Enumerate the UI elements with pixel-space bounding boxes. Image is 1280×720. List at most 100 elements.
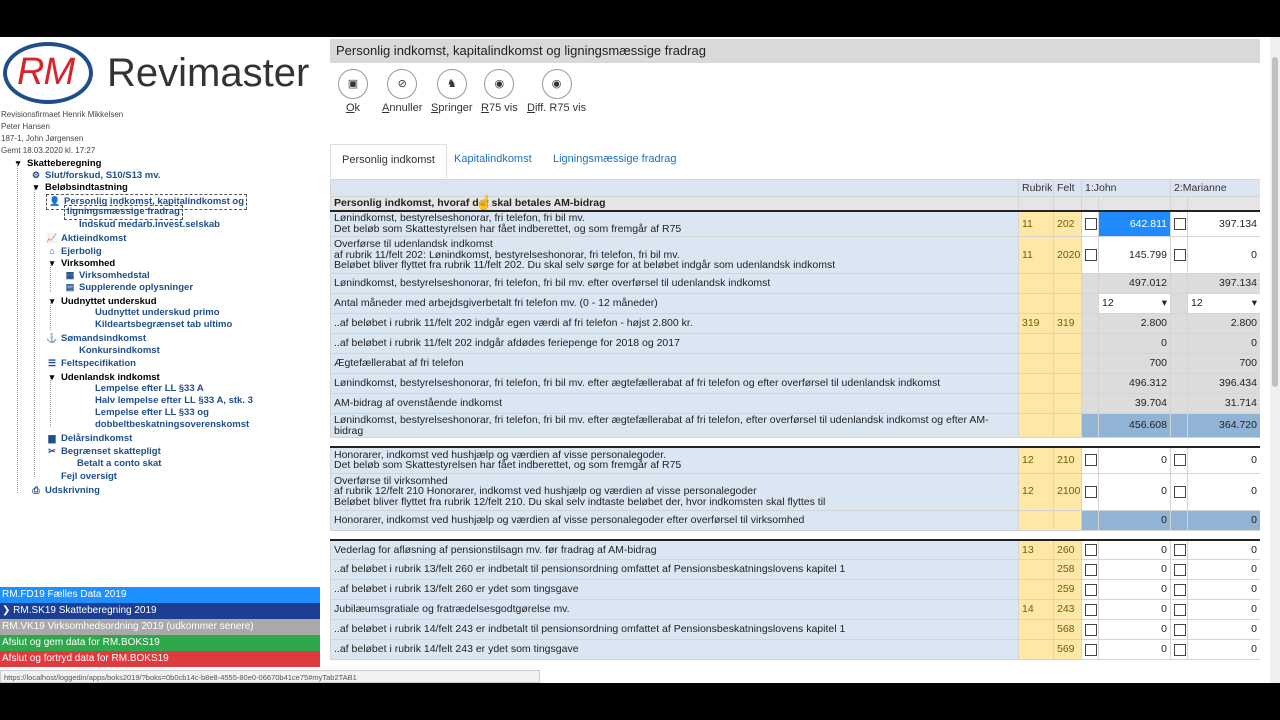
row-value-p1[interactable]: 0: [1098, 446, 1171, 474]
row-checkbox-p1[interactable]: [1081, 579, 1099, 600]
row-checkbox-p1[interactable]: [1081, 619, 1099, 640]
row-checkbox-p2[interactable]: [1170, 538, 1188, 560]
tree-item[interactable]: Halv lempelse efter LL §33 A, stk. 3: [80, 395, 253, 407]
row-value-p2[interactable]: 0: [1187, 639, 1260, 660]
row-checkbox-p2[interactable]: [1170, 559, 1188, 580]
checkbox[interactable]: [1174, 485, 1186, 498]
checkbox[interactable]: [1085, 563, 1097, 576]
row-checkbox-p2[interactable]: [1170, 236, 1188, 274]
module-bar[interactable]: RM.FD19 Fælles Data 2019: [0, 587, 320, 603]
row-value-p2[interactable]: 397.134: [1187, 209, 1260, 237]
row-value-p2[interactable]: 0: [1187, 619, 1260, 640]
row-checkbox-p2[interactable]: [1170, 579, 1188, 600]
tree-item[interactable]: ⚓ Sømandsindkomst: [46, 332, 146, 345]
row-value-p2[interactable]: 0: [1187, 446, 1260, 474]
tree-item[interactable]: ▆ Delårsindkomst: [46, 432, 133, 445]
module-bar[interactable]: Afslut og gem data for RM.BOKS19: [0, 635, 320, 651]
tree-item[interactable]: ligningsmæssige fradrag: [64, 205, 183, 220]
checkbox[interactable]: [1174, 543, 1186, 556]
row-value-p1[interactable]: 145.799: [1098, 236, 1171, 274]
month-select-p1[interactable]: 12 ▾: [1102, 298, 1167, 309]
vertical-scrollbar[interactable]: [1270, 37, 1280, 683]
checkbox[interactable]: [1174, 643, 1186, 656]
tree-item[interactable]: ▤ Supplerende oplysninger: [64, 281, 193, 294]
tree-item[interactable]: Lempelse efter LL §33 og: [80, 407, 209, 419]
checkbox[interactable]: [1174, 623, 1186, 636]
row-checkbox-p2[interactable]: [1170, 446, 1188, 474]
checkbox[interactable]: [1085, 249, 1097, 261]
tab-1[interactable]: Personlig indkomst: [330, 144, 447, 178]
toolbar-button-1[interactable]: ▣ Ok: [338, 69, 368, 114]
row-checkbox-p2[interactable]: [1170, 599, 1188, 620]
tree-item[interactable]: ▾ Beløbsindtastning: [30, 181, 128, 194]
tree-item[interactable]: Betalt a conto skat: [62, 458, 161, 470]
row-checkbox-p1[interactable]: [1081, 639, 1099, 660]
row-value-p2[interactable]: 0: [1187, 559, 1260, 580]
row-checkbox-p1[interactable]: [1081, 472, 1099, 511]
checkbox[interactable]: [1085, 485, 1097, 498]
module-bar[interactable]: RM.VK19 Virksomhedsordning 2019 (udkomme…: [0, 619, 320, 635]
tree-item[interactable]: ⎙ Udskrivning: [30, 484, 100, 497]
tab-2[interactable]: Kapitalindkomst: [443, 144, 543, 178]
row-value-p1[interactable]: 0: [1098, 619, 1171, 640]
checkbox[interactable]: [1085, 623, 1097, 636]
checkbox[interactable]: [1085, 454, 1097, 467]
tree-item[interactable]: Uudnyttet underskud primo: [80, 307, 220, 319]
checkbox[interactable]: [1085, 217, 1097, 230]
scrollbar-thumb[interactable]: [1272, 57, 1278, 387]
row-checkbox-p2[interactable]: [1170, 472, 1188, 511]
tree-item[interactable]: Lempelse efter LL §33 A: [80, 383, 204, 395]
checkbox[interactable]: [1174, 603, 1186, 616]
checkbox[interactable]: [1174, 249, 1186, 261]
checkbox[interactable]: [1085, 543, 1097, 556]
tree-item[interactable]: ☰ Feltspecifikation: [46, 357, 136, 370]
row-value-p2[interactable]: 0: [1187, 579, 1260, 600]
checkbox[interactable]: [1085, 643, 1097, 656]
row-checkbox-p2[interactable]: [1170, 209, 1188, 237]
row-value-p1[interactable]: 0: [1098, 599, 1171, 620]
toolbar-button-4[interactable]: ◉ R75 vis: [481, 69, 518, 114]
row-checkbox-p1[interactable]: [1081, 209, 1099, 237]
row-value-p1[interactable]: 0: [1098, 639, 1171, 660]
tree-item[interactable]: ✂ Begrænset skattepligt: [46, 445, 161, 458]
toolbar-button-5[interactable]: ◉ Diff. R75 vis: [527, 69, 586, 114]
module-bar[interactable]: Afslut og fortryd data for RM.BOKS19: [0, 651, 320, 667]
row-value-p2[interactable]: 0: [1187, 236, 1260, 274]
tree-item[interactable]: Konkursindkomst: [64, 345, 160, 357]
tree-item[interactable]: Indskud medarb.invest.selskab: [64, 219, 220, 231]
tree-item[interactable]: Kildeartsbegrænset tab ultimo: [80, 319, 232, 331]
checkbox[interactable]: [1174, 563, 1186, 576]
tree-item[interactable]: 📈 Aktieindkomst: [46, 232, 126, 245]
tab-3[interactable]: Ligningsmæssige fradrag: [542, 144, 688, 178]
row-value-p1[interactable]: 0: [1098, 538, 1171, 560]
month-select-p2[interactable]: 12 ▾: [1191, 298, 1257, 309]
row-checkbox-p2[interactable]: [1170, 619, 1188, 640]
row-value-p1[interactable]: 0: [1098, 472, 1171, 511]
row-checkbox-p1[interactable]: [1081, 446, 1099, 474]
toolbar-button-2[interactable]: ⊘ Annuller: [382, 69, 422, 114]
row-checkbox-p1[interactable]: [1081, 559, 1099, 580]
row-checkbox-p1[interactable]: [1081, 538, 1099, 560]
tree-item[interactable]: Fejl oversigt: [46, 471, 117, 483]
row-rubrik: 14: [1018, 599, 1054, 620]
row-value-p2[interactable]: 12 ▾: [1187, 293, 1260, 314]
module-bar[interactable]: ❯ RM.SK19 Skatteberegning 2019: [0, 603, 320, 619]
row-value-p2[interactable]: 0: [1187, 599, 1260, 620]
checkbox[interactable]: [1174, 217, 1186, 230]
row-checkbox-p1[interactable]: [1081, 236, 1099, 274]
row-value-p1[interactable]: 642.811: [1098, 209, 1171, 237]
table-row: ..af beløbet i rubrik 11/felt 202 indgår…: [330, 333, 1260, 354]
row-value-p2[interactable]: 0: [1187, 538, 1260, 560]
row-value-p2[interactable]: 0: [1187, 472, 1260, 511]
checkbox[interactable]: [1174, 583, 1186, 596]
row-value-p1[interactable]: 0: [1098, 559, 1171, 580]
row-checkbox-p1[interactable]: [1081, 599, 1099, 620]
checkbox[interactable]: [1085, 603, 1097, 616]
row-value-p1[interactable]: 12 ▾: [1098, 293, 1171, 314]
row-value-p1[interactable]: 0: [1098, 579, 1171, 600]
row-checkbox-p2[interactable]: [1170, 639, 1188, 660]
toolbar-button-3[interactable]: ♞ Springer: [431, 69, 473, 114]
checkbox[interactable]: [1085, 583, 1097, 596]
checkbox[interactable]: [1174, 454, 1186, 467]
tree-item[interactable]: dobbeltbeskatningsoverenskomst: [80, 419, 249, 431]
